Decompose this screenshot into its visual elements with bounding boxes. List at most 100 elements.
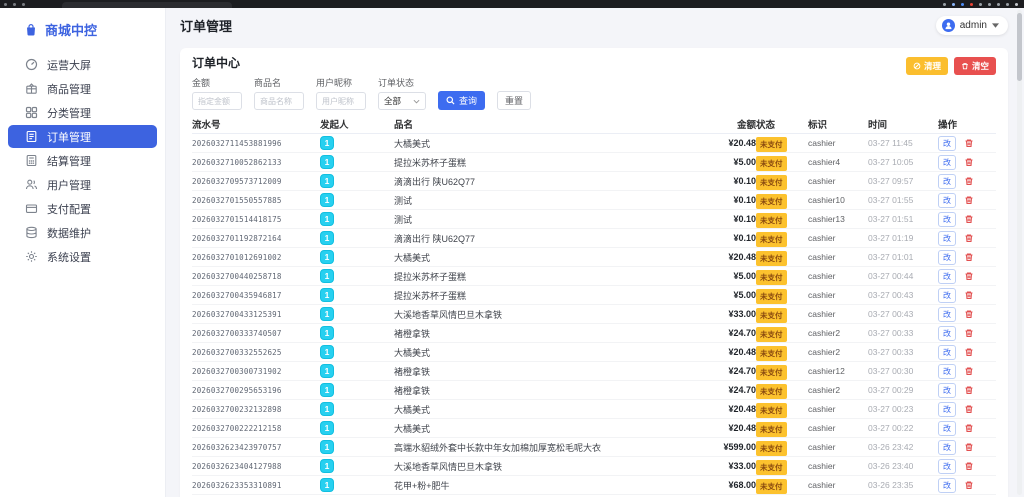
table-row: 2026032623423970757 1 高端水貂绒外套中长款中年女加棉加厚宽… [192,438,996,457]
column-header-actions: 操作 [938,117,996,131]
edit-button[interactable]: 改 [938,193,956,208]
delete-button[interactable] [964,385,974,395]
browser-mini-icon[interactable] [22,3,25,6]
edit-button[interactable]: 改 [938,402,956,417]
delete-button[interactable] [964,347,974,357]
cashier-tag: cashier [808,480,868,490]
edit-button[interactable]: 改 [938,250,956,265]
main-content: 订单管理 admin 订单中心 清理 清空 [166,8,1024,497]
edit-button[interactable]: 改 [938,440,956,455]
panel-actions: 清理 清空 [906,57,996,75]
edit-button[interactable]: 改 [938,421,956,436]
delete-button[interactable] [964,195,974,205]
delete-button[interactable] [964,309,974,319]
edit-button[interactable]: 改 [938,345,956,360]
edit-button[interactable]: 改 [938,364,956,379]
table-row: 2026032700232132898 1 大橘美式 ¥20.48 未支付 ca… [192,400,996,419]
delete-button[interactable] [964,176,974,186]
delete-button[interactable] [964,404,974,414]
browser-mini-icon[interactable] [1006,3,1009,6]
browser-mini-icon[interactable] [943,3,946,6]
delete-button[interactable] [964,157,974,167]
edit-button[interactable]: 改 [938,326,956,341]
status-badge: 未支付 [756,308,787,323]
edit-button[interactable]: 改 [938,174,956,189]
delete-button[interactable] [964,233,974,243]
delete-button[interactable] [964,214,974,224]
clear-button[interactable]: 清空 [954,57,996,75]
table-row: 2026032709573712009 1 滴滴出行 陕U62Q77 ¥0.10… [192,172,996,191]
user-menu-button[interactable]: admin [936,16,1008,35]
status-badge: 未支付 [756,137,787,152]
trash-icon [964,423,974,433]
edit-button[interactable]: 改 [938,288,956,303]
delete-button[interactable] [964,271,974,281]
cashier-tag: cashier12 [808,366,868,376]
delete-button[interactable] [964,423,974,433]
edit-button[interactable]: 改 [938,459,956,474]
browser-mini-icon[interactable] [13,3,16,6]
edit-button[interactable]: 改 [938,231,956,246]
initiator-badge: 1 [320,155,334,169]
sidebar-item-categories[interactable]: 分类管理 [8,101,157,124]
browser-mini-icon[interactable] [961,3,964,6]
reset-button[interactable]: 重置 [497,91,531,110]
edit-button[interactable]: 改 [938,212,956,227]
product-name: 测试 [394,213,664,226]
sidebar-item-dashboard[interactable]: 运营大屏 [8,53,157,76]
delete-button[interactable] [964,138,974,148]
trash-icon [964,214,974,224]
browser-mini-icon[interactable] [970,3,973,6]
browser-mini-icon[interactable] [4,3,7,6]
scrollbar-track[interactable] [1017,10,1022,495]
sidebar-item-users[interactable]: 用户管理 [8,173,157,196]
sidebar-item-orders[interactable]: 订单管理 [8,125,157,148]
clean-button[interactable]: 清理 [906,57,948,75]
sidebar-item-products[interactable]: 商品管理 [8,77,157,100]
delete-button[interactable] [964,461,974,471]
status-badge: 未支付 [756,270,787,285]
delete-button[interactable] [964,366,974,376]
order-amount: ¥599.00 [664,442,756,452]
table-row: 2026032623353310891 1 花甲+粉+肥牛 ¥68.00 未支付… [192,476,996,495]
product-name-input[interactable] [254,92,304,110]
sidebar-item-settings[interactable]: 系统设置 [8,245,157,268]
edit-button[interactable]: 改 [938,155,956,170]
delete-button[interactable] [964,442,974,452]
order-serial: 2026032700222212158 [192,424,320,433]
table-body: 2026032711453881996 1 大橘美式 ¥20.48 未支付 ca… [192,134,996,497]
delete-button[interactable] [964,290,974,300]
scrollbar-thumb[interactable] [1017,13,1022,81]
delete-button[interactable] [964,252,974,262]
order-amount: ¥5.00 [664,157,756,167]
browser-mini-icon[interactable] [988,3,991,6]
sidebar-item-settlement[interactable]: 结算管理 [8,149,157,172]
sidebar-item-data-maintenance[interactable]: 数据维护 [8,221,157,244]
status-badge: 未支付 [756,327,787,342]
browser-mini-icon[interactable] [1015,3,1018,6]
delete-button[interactable] [964,328,974,338]
initiator-badge: 1 [320,345,334,359]
order-serial: 2026032623423970757 [192,443,320,452]
browser-mini-icon[interactable] [997,3,1000,6]
initiator-badge: 1 [320,402,334,416]
search-button[interactable]: 查询 [438,91,485,110]
browser-mini-icon[interactable] [952,3,955,6]
browser-mini-icon[interactable] [979,3,982,6]
order-status-select[interactable]: 全部 [378,92,426,110]
cashier-tag: cashier [808,138,868,148]
delete-button[interactable] [964,480,974,490]
edit-button[interactable]: 改 [938,478,956,493]
clean-button-label: 清理 [924,60,941,72]
edit-button[interactable]: 改 [938,307,956,322]
amount-input[interactable] [192,92,242,110]
edit-button[interactable]: 改 [938,269,956,284]
sidebar-item-payment[interactable]: 支付配置 [8,197,157,220]
order-time: 03-27 10:05 [868,157,938,167]
nickname-input[interactable] [316,92,366,110]
column-header-amount: 金额 [664,117,756,131]
edit-button[interactable]: 改 [938,136,956,151]
order-amount: ¥33.00 [664,461,756,471]
order-time: 03-27 00:44 [868,271,938,281]
edit-button[interactable]: 改 [938,383,956,398]
